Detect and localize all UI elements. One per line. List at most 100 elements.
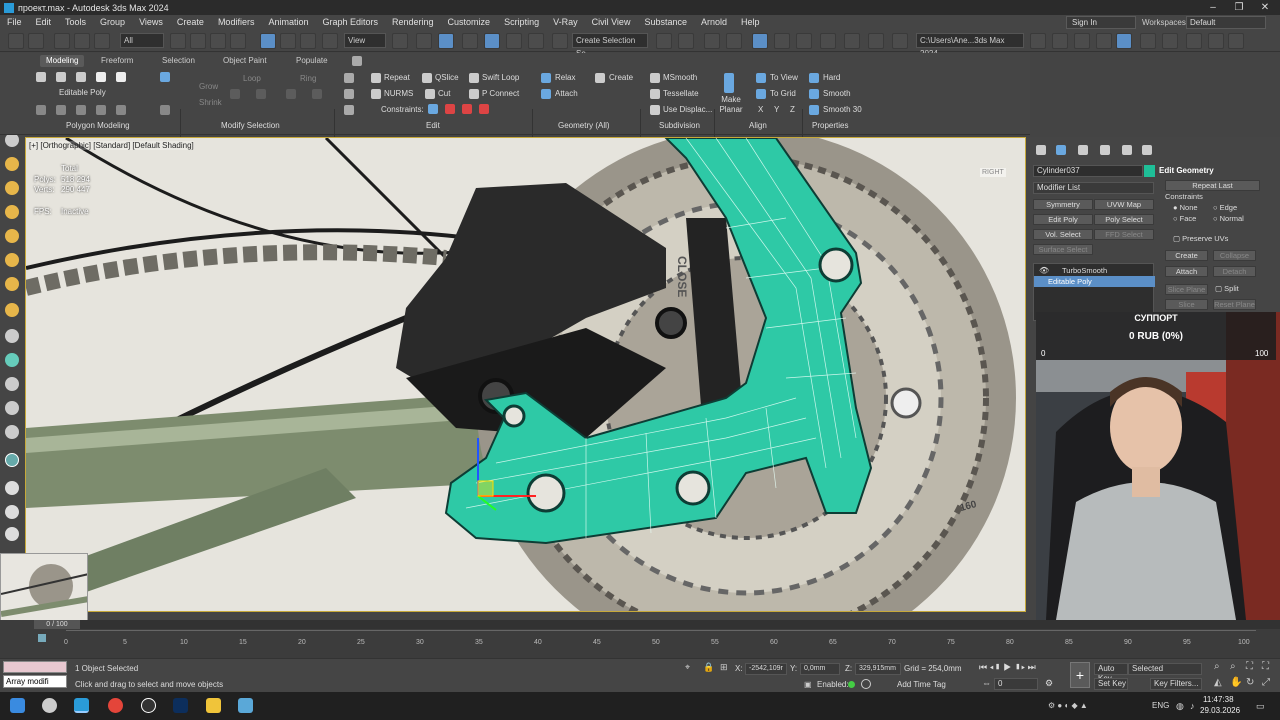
utilities-tab-icon[interactable] (1142, 145, 1152, 155)
repeat-button[interactable]: Repeat (384, 72, 410, 84)
cut-button[interactable]: Cut (438, 88, 450, 100)
toggle-panel-icon[interactable] (1116, 33, 1132, 49)
space-warp-icon[interactable] (5, 253, 19, 267)
ribbon-options-icon[interactable] (352, 56, 362, 66)
menu-file[interactable]: File (0, 15, 29, 30)
subdivision-section[interactable]: Subdivision (659, 121, 700, 130)
rotate-icon[interactable] (280, 33, 296, 49)
ring-shift-icon[interactable] (286, 89, 296, 99)
surface-select-button[interactable]: Surface Select (1033, 244, 1093, 255)
help-icon[interactable] (1228, 33, 1244, 49)
current-frame-field[interactable]: 0 (994, 678, 1038, 690)
create-button[interactable]: Create (609, 72, 633, 84)
align-icon[interactable] (678, 33, 694, 49)
menu-vray[interactable]: V-Ray (546, 15, 585, 30)
element-icon[interactable] (116, 72, 126, 82)
menu-views[interactable]: Views (132, 15, 170, 30)
smooth30-icon[interactable] (809, 105, 819, 115)
scale-icon[interactable] (300, 33, 316, 49)
project-path-field[interactable]: C:\Users\Ane...3ds Max 2024 (916, 33, 1024, 58)
x-coordinate-field[interactable]: -2542,109r (745, 663, 787, 675)
absolute-mode-icon[interactable]: ⊞ (720, 662, 728, 673)
slice-button[interactable]: Slice (1165, 299, 1208, 310)
key-mode-icon[interactable]: ⇔ (982, 678, 991, 688)
align-y-button[interactable]: Y (774, 104, 779, 116)
to-grid-button[interactable]: To Grid (770, 88, 796, 100)
time-scrubber[interactable]: 0 / 100 (34, 620, 1280, 629)
menu-customize[interactable]: Customize (441, 15, 498, 30)
make-planar-icon[interactable] (724, 73, 734, 93)
menu-substance[interactable]: Substance (637, 15, 694, 30)
loop-shift-icon[interactable] (230, 89, 240, 99)
named-selection-dropdown[interactable]: Create Selection Se (572, 33, 648, 58)
explorer-icon[interactable] (206, 698, 221, 713)
motion-icon[interactable] (5, 353, 19, 367)
menu-rendering[interactable]: Rendering (385, 15, 441, 30)
time-config-icon[interactable]: ⚙ (1045, 678, 1053, 689)
render-icon[interactable] (892, 33, 908, 49)
menu-group[interactable]: Group (93, 15, 132, 30)
grow-button[interactable]: Grow (199, 81, 218, 93)
to-grid-icon[interactable] (756, 89, 766, 99)
polygon-icon[interactable] (96, 72, 106, 82)
render-setup-icon[interactable] (844, 33, 860, 49)
fov-icon[interactable]: ◭ (1214, 677, 1222, 688)
relax-button[interactable]: Relax (555, 72, 575, 84)
viewport-label[interactable]: [+] [Orthographic] [Standard] [Default S… (29, 141, 194, 150)
smooth-button[interactable]: Smooth (823, 88, 851, 100)
zoom-all-icon[interactable]: ⌕ (1230, 661, 1236, 672)
rendered-frame-icon[interactable] (868, 33, 884, 49)
align-x-button[interactable]: X (758, 104, 763, 116)
restore-button[interactable]: ❐ (1226, 0, 1252, 15)
snaps-toggle-icon[interactable] (462, 33, 478, 49)
stack-item-editable-poly[interactable]: Editable Poly (1034, 276, 1155, 287)
enabled-indicator[interactable] (848, 681, 855, 688)
track-bar[interactable]: 0 5 10 15 20 25 30 35 40 45 50 55 60 65 … (64, 630, 1256, 648)
photos-icon[interactable] (238, 698, 253, 713)
lock-icon[interactable]: 🔒 (703, 662, 714, 673)
swift-loop-icon[interactable] (469, 73, 479, 83)
frame-indicator[interactable]: 0 / 100 (34, 620, 80, 629)
set-key-button[interactable]: Set Key (1094, 678, 1128, 690)
key-filters-button[interactable]: Key Filters... (1150, 678, 1202, 690)
menu-help[interactable]: Help (734, 15, 767, 30)
menu-animation[interactable]: Animation (261, 15, 315, 30)
viewport-orthographic[interactable]: [+] [Orthographic] [Standard] [Default S… (25, 137, 1026, 612)
align-z-button[interactable]: Z (790, 104, 795, 116)
timeline-toggle-icon[interactable] (38, 634, 46, 642)
auto-key-button[interactable]: Auto Key (1094, 663, 1128, 683)
create-icon[interactable] (595, 73, 605, 83)
hierarchy-tab-icon[interactable] (1078, 145, 1088, 155)
obs-icon[interactable] (141, 698, 156, 713)
3ds-max-icon[interactable] (74, 698, 89, 713)
helper-icon[interactable] (5, 205, 19, 219)
unlink-icon[interactable] (74, 33, 90, 49)
p-connect-button[interactable]: P Connect (482, 88, 519, 100)
split-checkbox[interactable]: ▢ Split (1215, 284, 1239, 293)
angle-snap-icon[interactable] (484, 33, 500, 49)
repeat-icon[interactable] (371, 73, 381, 83)
close-button[interactable]: ✕ (1252, 0, 1278, 15)
tab-selection[interactable]: Selection (162, 55, 195, 67)
menu-arnold[interactable]: Arnold (694, 15, 734, 30)
constraint-normal-icon[interactable] (479, 104, 489, 114)
tab-object-paint[interactable]: Object Paint (223, 55, 267, 67)
transform-center-icon[interactable] (416, 33, 432, 49)
active-tool-icon[interactable] (5, 453, 19, 467)
ignore-backfacing-icon[interactable] (116, 105, 126, 115)
sub-object-icon[interactable] (160, 105, 170, 115)
edit-named-sel-icon[interactable] (552, 33, 568, 49)
create-button[interactable]: Create (1165, 250, 1208, 261)
zoom-extents-all-icon[interactable]: ⛶ (1262, 661, 1269, 672)
sun-icon[interactable] (5, 303, 19, 317)
polygon-modeling-section[interactable]: Polygon Modeling (66, 121, 130, 130)
tab-populate[interactable]: Populate (296, 55, 328, 67)
relax-icon[interactable] (541, 73, 551, 83)
geometry-section[interactable]: Geometry (All) (558, 121, 610, 130)
modifier-list-dropdown[interactable]: Modifier List (1033, 182, 1154, 194)
minimize-button[interactable]: – (1200, 0, 1226, 15)
maxscript-input[interactable]: Array modifi (3, 675, 67, 688)
constraint-face-radio[interactable]: ○ Face (1173, 214, 1196, 223)
place-icon[interactable] (322, 33, 338, 49)
quick-slice-icon[interactable] (344, 73, 354, 83)
